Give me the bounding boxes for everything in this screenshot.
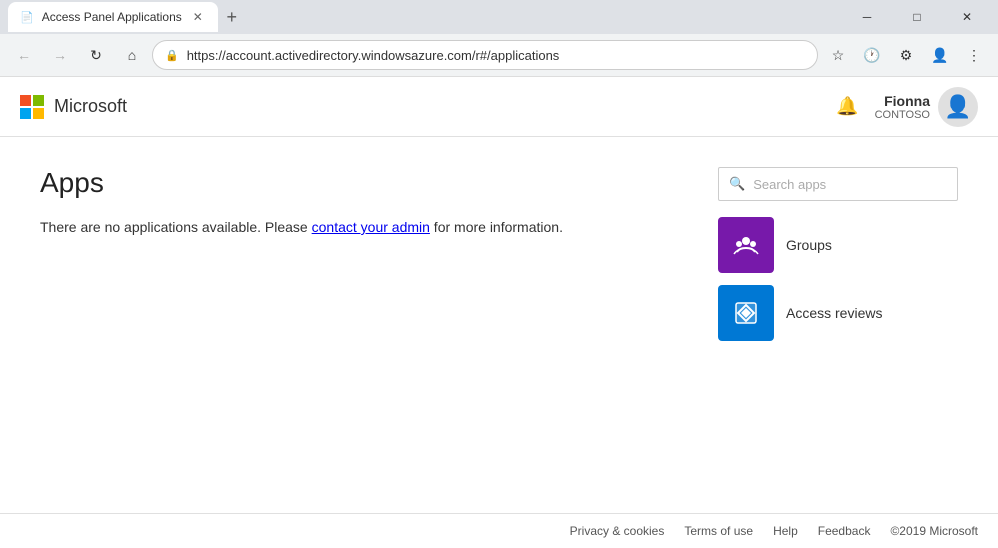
user-details: Fionna CONTOSO [875,93,930,121]
logo-yellow [33,108,44,119]
ms-logo-grid [20,95,44,119]
search-box[interactable]: 🔍 Search apps [718,167,958,201]
access-reviews-tile[interactable]: Access reviews [718,285,958,341]
right-panel: 🔍 Search apps Groups [718,167,958,483]
extension-button[interactable]: ⚙ [890,39,922,71]
tab-title: Access Panel Applications [42,10,182,24]
access-reviews-tile-name: Access reviews [786,305,882,321]
forward-button[interactable]: → [44,39,76,71]
window-controls: ─ □ ✕ [844,0,990,34]
tab-icon: 📄 [20,11,34,24]
user-info[interactable]: Fionna CONTOSO 👤 [875,87,978,127]
history-button[interactable]: 🕐 [856,39,888,71]
access-reviews-tile-icon [718,285,774,341]
ms-logo: Microsoft [20,95,127,119]
avatar-icon: 👤 [944,94,971,120]
footer: Privacy & cookies Terms of use Help Feed… [0,513,998,548]
new-tab-button[interactable]: + [218,3,246,31]
search-placeholder: Search apps [753,177,947,192]
ms-header: Microsoft 🔔 Fionna CONTOSO 👤 [0,77,998,137]
nav-actions: ☆ 🕐 ⚙ 👤 ⋮ [822,39,990,71]
title-bar: 📄 Access Panel Applications ✕ + ─ □ ✕ [0,0,998,34]
feedback-link[interactable]: Feedback [818,524,871,538]
footer-copyright: ©2019 Microsoft [890,524,978,538]
maximize-button[interactable]: □ [894,0,940,34]
terms-of-use-link[interactable]: Terms of use [684,524,753,538]
no-apps-message: There are no applications available. Ple… [40,219,698,235]
groups-svg-icon [731,230,761,260]
access-reviews-svg-icon [731,298,761,328]
no-apps-text-after: for more information. [430,219,563,235]
menu-button[interactable]: ⋮ [958,39,990,71]
bookmark-button[interactable]: ☆ [822,39,854,71]
groups-tile-name: Groups [786,237,832,253]
apps-title: Apps [40,167,698,199]
privacy-cookies-link[interactable]: Privacy & cookies [570,524,665,538]
nav-bar: ← → ↻ ⌂ 🔒 https://account.activedirector… [0,34,998,76]
help-link[interactable]: Help [773,524,798,538]
close-button[interactable]: ✕ [944,0,990,34]
refresh-button[interactable]: ↻ [80,39,112,71]
tab-close-button[interactable]: ✕ [190,9,206,25]
no-apps-text-before: There are no applications available. Ple… [40,219,312,235]
groups-tile-icon [718,217,774,273]
ms-logo-text: Microsoft [54,96,127,117]
logo-red [20,95,31,106]
address-text: https://account.activedirectory.windowsa… [187,48,805,63]
back-button[interactable]: ← [8,39,40,71]
notification-bell-icon[interactable]: 🔔 [836,96,858,117]
header-right: 🔔 Fionna CONTOSO 👤 [836,87,978,127]
groups-tile[interactable]: Groups [718,217,958,273]
home-button[interactable]: ⌂ [116,39,148,71]
user-name: Fionna [875,93,930,109]
logo-green [33,95,44,106]
browser-tab[interactable]: 📄 Access Panel Applications ✕ [8,2,218,32]
minimize-button[interactable]: ─ [844,0,890,34]
browser-chrome: 📄 Access Panel Applications ✕ + ─ □ ✕ ← … [0,0,998,77]
lock-icon: 🔒 [165,49,179,62]
user-org: CONTOSO [875,109,930,121]
main-content: Apps There are no applications available… [0,137,998,513]
account-button[interactable]: 👤 [924,39,956,71]
contact-admin-link[interactable]: contact your admin [312,219,430,235]
user-avatar[interactable]: 👤 [938,87,978,127]
search-icon: 🔍 [729,176,745,192]
address-bar[interactable]: 🔒 https://account.activedirectory.window… [152,40,818,70]
left-panel: Apps There are no applications available… [40,167,698,483]
logo-blue [20,108,31,119]
